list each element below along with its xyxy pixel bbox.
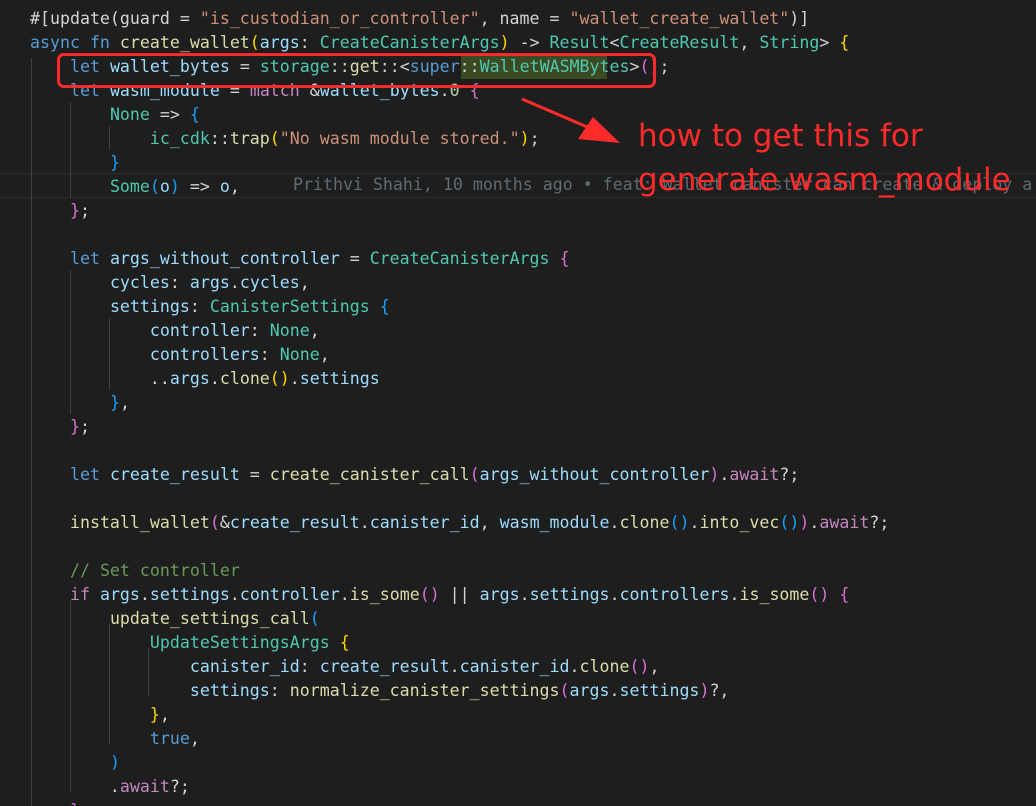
annotation-line-1: how to get this for xyxy=(638,118,923,154)
code-editor[interactable]: #[update(guard = "is_custodian_or_contro… xyxy=(0,0,1036,806)
annotation-line-2: generate wasm_module xyxy=(638,162,1011,198)
